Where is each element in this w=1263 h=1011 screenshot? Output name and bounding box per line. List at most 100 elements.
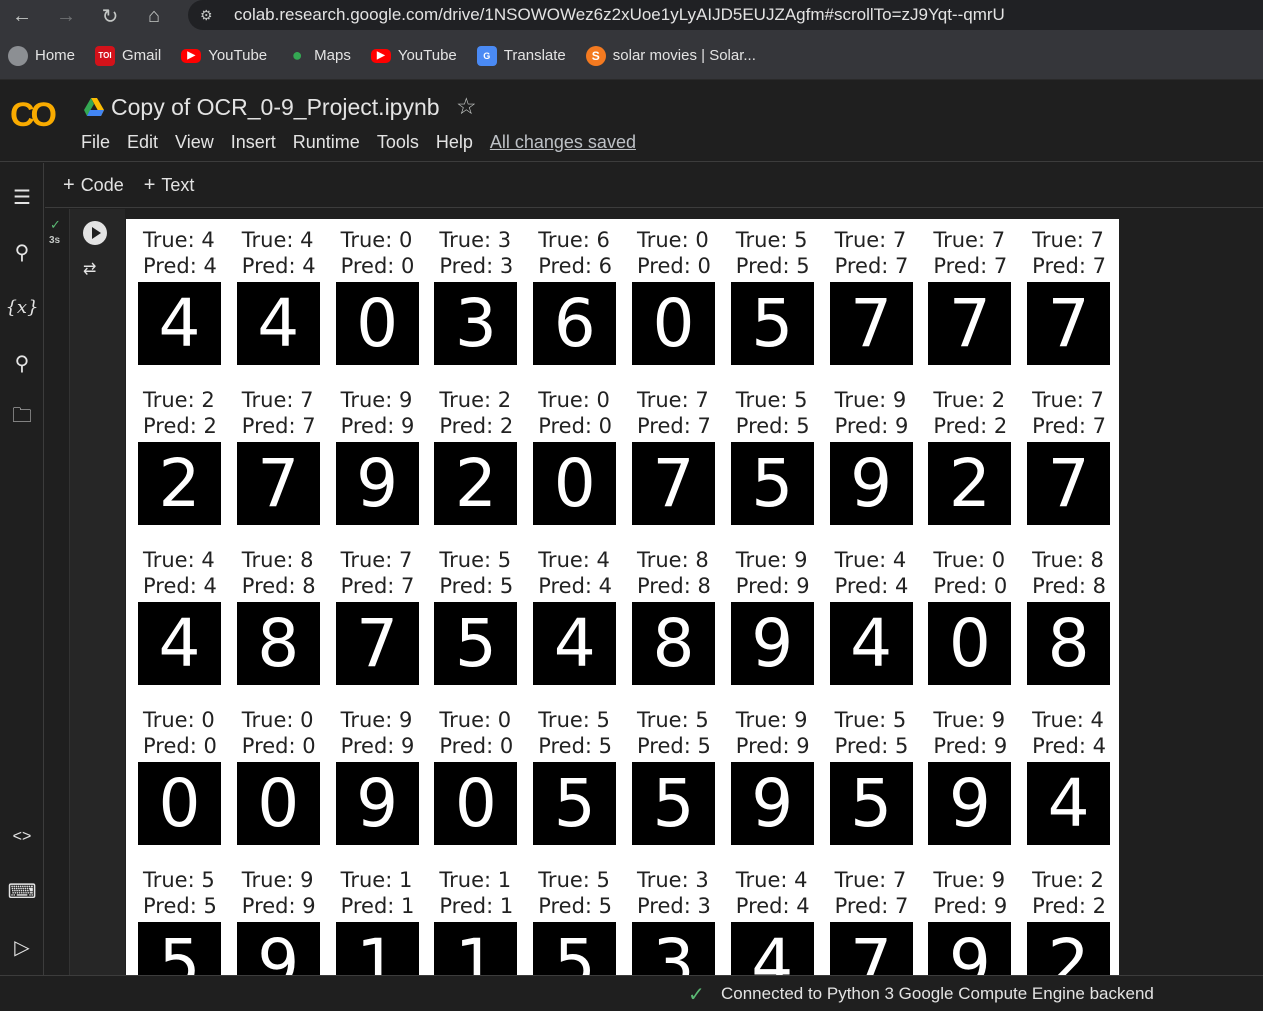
- digit-image: 0: [631, 282, 715, 365]
- true-label: True: 5: [538, 868, 610, 892]
- code-snippets-icon[interactable]: <>: [0, 819, 44, 855]
- table-of-contents-icon[interactable]: ☰: [0, 179, 44, 215]
- true-label: True: 2: [439, 388, 512, 412]
- true-label: True: 4: [241, 228, 314, 252]
- pred-label: Pred: 7: [1032, 414, 1106, 438]
- add-text-button[interactable]: + Text: [144, 174, 195, 197]
- true-label: True: 0: [439, 708, 512, 732]
- toi-icon: TOI: [95, 45, 116, 66]
- left-sidebar: ☰ ⚲ {x} ⚲ 🗀 <> ⌨ ▷: [0, 163, 44, 975]
- menu-tools[interactable]: Tools: [377, 132, 419, 153]
- bookmark-youtube-2[interactable]: ▶ YouTube: [370, 47, 457, 64]
- pred-label: Pred: 7: [241, 414, 316, 438]
- prediction-cell: True: 6 Pred: 66: [533, 227, 632, 387]
- true-label: True: 0: [933, 548, 1006, 572]
- pred-label: Pred: 1: [439, 894, 514, 918]
- variables-icon[interactable]: {x}: [0, 289, 44, 325]
- true-label: True: 3: [636, 868, 709, 892]
- command-palette-icon[interactable]: ⌨: [0, 873, 44, 909]
- true-label: True: 7: [1032, 388, 1104, 412]
- prediction-cell: True: 9 Pred: 99: [335, 387, 435, 547]
- prediction-label: True: 5 Pred: 5: [143, 867, 217, 919]
- plus-icon: +: [143, 173, 156, 196]
- prediction-cell: True: 8 Pred: 88: [631, 547, 731, 707]
- prediction-cell: True: 9 Pred: 99: [335, 707, 435, 867]
- digit-image: 7: [829, 282, 913, 365]
- pred-label: Pred: 8: [241, 574, 316, 598]
- prediction-cell: True: 8 Pred: 88: [1027, 547, 1119, 707]
- prediction-label: True: 9 Pred: 9: [341, 707, 415, 759]
- terminal-icon[interactable]: ▷: [0, 929, 44, 965]
- prediction-label: True: 1 Pred: 1: [341, 867, 415, 919]
- digit-image: 6: [533, 282, 617, 365]
- bookmark-maps[interactable]: ● Maps: [287, 45, 351, 66]
- bookmarks-bar: Home TOI Gmail ▶ YouTube ● Maps ▶ YouTub…: [0, 32, 1263, 80]
- connection-status[interactable]: Connected to Python 3 Google Compute Eng…: [721, 984, 1154, 1004]
- output-options-icon[interactable]: ⇄: [83, 259, 109, 283]
- true-label: True: 9: [933, 708, 1006, 732]
- search-icon[interactable]: ⚲: [0, 234, 44, 270]
- folder-icon[interactable]: 🗀: [0, 400, 44, 436]
- run-cell-button[interactable]: [83, 221, 107, 245]
- prediction-label: True: 4 Pred: 4: [1032, 707, 1106, 759]
- prediction-cell: True: 9 Pred: 99: [829, 387, 929, 547]
- digit-glyph: 9: [751, 604, 794, 682]
- prediction-cell: True: 9 Pred: 99: [730, 547, 830, 707]
- menu-edit[interactable]: Edit: [127, 132, 158, 153]
- bookmark-gmail[interactable]: TOI Gmail: [95, 45, 161, 66]
- bookmark-youtube[interactable]: ▶ YouTube: [181, 47, 267, 64]
- google-drive-icon[interactable]: [84, 98, 104, 116]
- prediction-cell: True: 2 Pred: 22: [928, 387, 1027, 547]
- key-icon[interactable]: ⚲: [0, 345, 44, 381]
- digit-glyph: 3: [652, 924, 695, 975]
- digit-glyph: 5: [751, 284, 794, 362]
- prediction-label: True: 8 Pred: 8: [1032, 547, 1106, 599]
- true-label: True: 1: [439, 868, 512, 892]
- prediction-label: True: 4 Pred: 4: [538, 547, 612, 599]
- back-arrow-icon[interactable]: ←: [0, 0, 44, 32]
- url-text: colab.research.google.com/drive/1NSOWOWe…: [234, 5, 1005, 24]
- address-bar[interactable]: ⚙ colab.research.google.com/drive/1NSOWO…: [188, 0, 1263, 30]
- notebook-title[interactable]: Copy of OCR_0-9_Project.ipynb: [111, 94, 440, 121]
- prediction-label: True: 7 Pred: 7: [1032, 227, 1106, 279]
- prediction-label: True: 7 Pred: 7: [341, 547, 415, 599]
- prediction-label: True: 8 Pred: 8: [637, 547, 711, 599]
- pred-label: Pred: 9: [735, 734, 810, 758]
- bookmark-home[interactable]: Home: [8, 45, 75, 66]
- pred-label: Pred: 0: [538, 414, 613, 438]
- star-icon[interactable]: ☆: [456, 93, 477, 120]
- menu-runtime[interactable]: Runtime: [293, 132, 360, 153]
- true-label: True: 4: [834, 548, 907, 572]
- digit-glyph: 2: [1047, 924, 1090, 975]
- bookmark-solar-movies[interactable]: S solar movies | Solar...: [585, 45, 756, 66]
- bookmark-translate[interactable]: G Translate: [476, 45, 566, 66]
- prediction-label: True: 2 Pred: 2: [143, 387, 217, 439]
- digit-image: 5: [533, 922, 617, 975]
- pred-label: Pred: 2: [933, 414, 1008, 438]
- true-label: True: 0: [538, 388, 610, 412]
- save-status-link[interactable]: All changes saved: [490, 132, 636, 153]
- prediction-label: True: 8 Pred: 8: [242, 547, 316, 599]
- menu-view[interactable]: View: [175, 132, 214, 153]
- prediction-label: True: 5 Pred: 5: [736, 227, 810, 279]
- digit-image: 5: [631, 762, 715, 845]
- prediction-label: True: 5 Pred: 5: [736, 387, 810, 439]
- menu-file[interactable]: File: [81, 132, 110, 153]
- prediction-label: True: 1 Pred: 1: [439, 867, 513, 919]
- check-icon: ✓: [688, 984, 705, 1006]
- reload-icon[interactable]: ↻: [88, 0, 132, 32]
- digit-glyph: 7: [948, 284, 991, 362]
- prediction-cell: True: 0 Pred: 00: [335, 227, 435, 387]
- menu-insert[interactable]: Insert: [231, 132, 276, 153]
- add-code-button[interactable]: + Code: [63, 174, 124, 197]
- prediction-label: True: 7 Pred: 7: [835, 867, 909, 919]
- colab-logo[interactable]: CO: [10, 96, 57, 135]
- site-settings-icon[interactable]: ⚙: [200, 7, 234, 24]
- forward-arrow-icon[interactable]: →: [44, 0, 88, 32]
- home-icon[interactable]: ⌂: [132, 0, 176, 32]
- digit-glyph: 4: [158, 604, 201, 682]
- menu-help[interactable]: Help: [436, 132, 473, 153]
- prediction-cell: True: 0 Pred: 00: [631, 227, 731, 387]
- prediction-label: True: 0 Pred: 0: [341, 227, 415, 279]
- solar-icon: S: [585, 45, 606, 66]
